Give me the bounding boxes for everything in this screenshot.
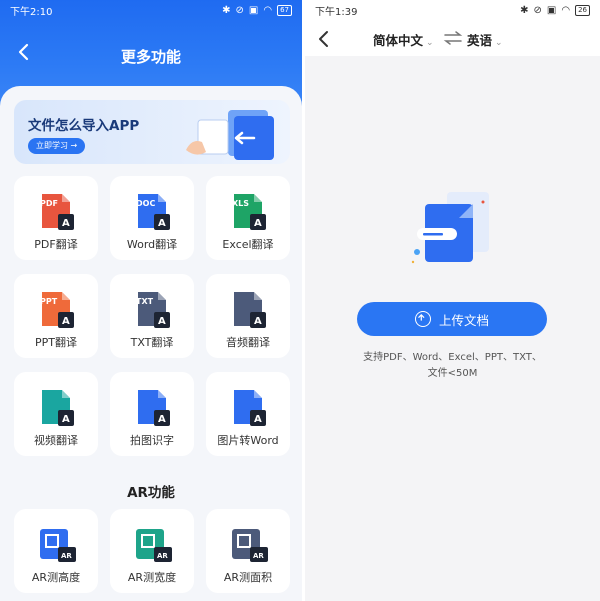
svg-text:PPT: PPT <box>40 297 58 306</box>
supported-formats-text: 支持PDF、Word、Excel、PPT、TXT、 <box>363 352 542 363</box>
page-title: 更多功能 <box>120 48 181 66</box>
word-translate-tile[interactable]: DOC A Word翻译 <box>110 176 194 260</box>
svg-text:XLS: XLS <box>232 199 249 208</box>
status-time: 下午1:39 <box>315 6 358 18</box>
ar-width-icon: AR <box>136 529 172 562</box>
bluetooth-icon: ✱ <box>222 4 231 16</box>
battery-indicator: 67 <box>277 4 292 16</box>
tile-label: AR测宽度 <box>127 571 177 584</box>
ar-height-icon: AR <box>40 529 76 562</box>
image-to-word-tile[interactable]: A 图片转Word <box>206 372 290 456</box>
svg-text:AR: AR <box>157 552 168 560</box>
bluetooth-icon: ✱ <box>520 4 529 16</box>
tile-label: 音频翻译 <box>226 336 270 349</box>
import-guide-banner[interactable]: 文件怎么导入APP 立即学习 → <box>14 100 290 164</box>
svg-text:A: A <box>158 316 166 327</box>
txt-file-icon: TXT A <box>136 292 170 328</box>
ar-area-tile[interactable]: AR AR测面积 <box>206 509 290 593</box>
more-features-screen: 下午2:10 ✱ ⊘ ▣ ◠ 67 更多功能 文件怎么导入APP 立即学习 → <box>0 0 302 601</box>
sim-icon: ▣ <box>546 4 557 16</box>
svg-text:A: A <box>254 218 262 229</box>
ppt-file-icon: PPT A <box>40 292 74 328</box>
tile-label: 拍图识字 <box>130 434 174 447</box>
ppt-translate-tile[interactable]: PPT A PPT翻译 <box>14 274 98 358</box>
tile-label: PDF翻译 <box>34 238 78 251</box>
word-file-icon: DOC A <box>136 194 170 230</box>
tile-label: 图片转Word <box>217 434 279 447</box>
tile-label: Word翻译 <box>126 238 178 251</box>
file-size-limit-text: 文件<50M <box>427 368 478 379</box>
svg-text:A: A <box>254 414 262 425</box>
wifi-icon: ◠ <box>263 4 273 16</box>
svg-text:PDF: PDF <box>40 199 58 208</box>
tile-label: AR测高度 <box>31 571 81 584</box>
svg-text:DOC: DOC <box>136 199 155 208</box>
txt-translate-tile[interactable]: TXT A TXT翻译 <box>110 274 194 358</box>
svg-text:A: A <box>158 218 166 229</box>
pdf-translate-tile[interactable]: PDF A PDF翻译 <box>14 176 98 260</box>
upload-document-button[interactable]: 上传文档 <box>357 302 547 336</box>
source-language-label: 简体中文 <box>373 33 424 48</box>
svg-text:TXT: TXT <box>136 297 154 306</box>
battery-indicator: 26 <box>575 4 590 16</box>
pdf-file-icon: PDF A <box>40 194 74 230</box>
mute-icon: ⊘ <box>235 4 244 16</box>
status-time: 下午2:10 <box>10 6 53 18</box>
photo-ocr-tile[interactable]: A 拍图识字 <box>110 372 194 456</box>
swap-languages-icon[interactable] <box>443 30 463 46</box>
back-icon[interactable] <box>315 30 333 48</box>
video-translate-icon: A <box>42 390 74 426</box>
photo-text-icon: A <box>138 390 170 426</box>
chevron-down-icon: ⌄ <box>426 38 434 48</box>
svg-text:AR: AR <box>61 552 72 560</box>
status-bar: 下午2:10 ✱ ⊘ ▣ ◠ 67 <box>0 0 302 20</box>
tile-label: AR测面积 <box>223 571 273 584</box>
svg-text:A: A <box>254 316 262 327</box>
svg-text:A: A <box>62 218 70 229</box>
excel-translate-tile[interactable]: XLS A Excel翻译 <box>206 176 290 260</box>
mute-icon: ⊘ <box>533 4 542 16</box>
status-bar: 下午1:39 ✱ ⊘ ▣ ◠ 26 <box>305 0 600 20</box>
svg-text:AR: AR <box>253 552 264 560</box>
document-illustration-icon <box>411 192 489 264</box>
excel-file-icon: XLS A <box>232 194 266 230</box>
learn-now-button[interactable]: 立即学习 → <box>28 138 86 154</box>
upload-label: 上传文档 <box>438 312 489 328</box>
ar-area-icon: AR <box>232 529 268 562</box>
upload-icon <box>414 311 431 327</box>
wifi-icon: ◠ <box>561 4 571 16</box>
sim-icon: ▣ <box>248 4 259 16</box>
source-language-selector[interactable]: 简体中文 ⌄ <box>373 30 434 49</box>
import-illustration-icon <box>186 110 274 160</box>
target-language-label: 英语 <box>467 33 493 48</box>
document-translate-screen: 下午1:39 ✱ ⊘ ▣ ◠ 26 简体中文 ⌄ 英语 ⌄ 上传文档 支持PDF… <box>305 0 600 601</box>
audio-translate-tile[interactable]: A 音频翻译 <box>206 274 290 358</box>
banner-title: 文件怎么导入APP <box>28 118 140 134</box>
video-translate-tile[interactable]: A 视频翻译 <box>14 372 98 456</box>
svg-text:A: A <box>62 414 70 425</box>
image-to-word-icon: A <box>234 390 266 426</box>
tile-label: TXT翻译 <box>130 336 174 349</box>
ar-width-tile[interactable]: AR AR测宽度 <box>110 509 194 593</box>
audio-translate-icon: A <box>234 292 266 328</box>
tile-label: PPT翻译 <box>35 336 77 349</box>
tile-label: 视频翻译 <box>34 434 78 447</box>
ar-section-title: AR功能 <box>127 485 175 501</box>
svg-text:A: A <box>158 414 166 425</box>
chevron-down-icon: ⌄ <box>495 38 503 48</box>
tile-label: Excel翻译 <box>222 238 274 251</box>
svg-text:A: A <box>62 316 70 327</box>
target-language-selector[interactable]: 英语 ⌄ <box>467 30 503 49</box>
ar-height-tile[interactable]: AR AR测高度 <box>14 509 98 593</box>
